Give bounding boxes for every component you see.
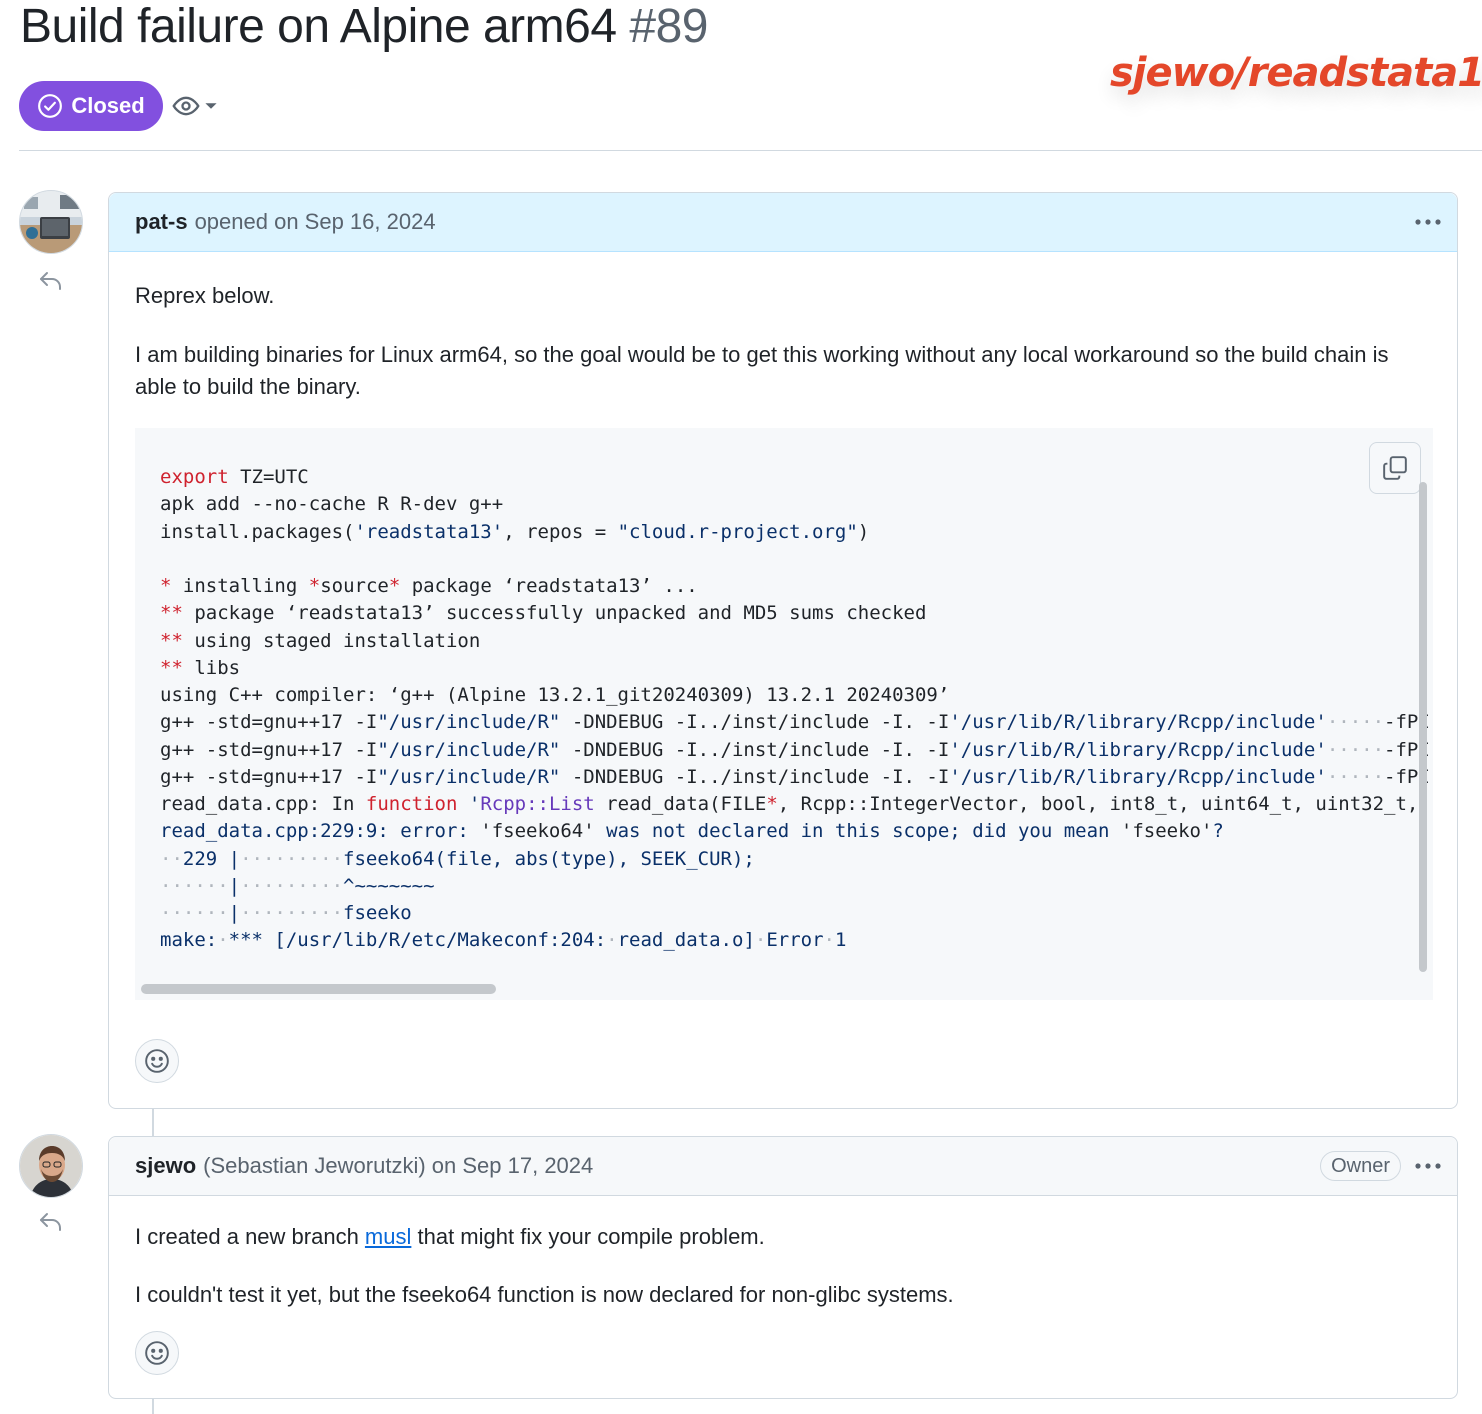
issue-number: #89: [629, 0, 708, 53]
text-segment: I created a new branch: [135, 1224, 365, 1249]
check-circle-icon: [38, 94, 63, 118]
text-segment: that might fix your compile problem.: [411, 1224, 765, 1249]
comment-author[interactable]: pat-s: [135, 209, 188, 235]
copy-code-button[interactable]: [1369, 442, 1421, 494]
code-line: ** libs: [160, 656, 241, 679]
repo-watermark: sjewo/readstata13: [1110, 50, 1482, 96]
kebab-horizontal-icon: [1415, 219, 1441, 225]
comment-author[interactable]: sjewo: [135, 1153, 196, 1179]
code-line: read_data.cpp: In function 'Rcpp::List r…: [160, 793, 1419, 815]
watch-dropdown[interactable]: [172, 92, 218, 120]
code-line: ······|·········fseeko: [160, 902, 412, 924]
add-reaction-button[interactable]: [135, 1331, 179, 1375]
code-line: install.packages('readstata13', repos = …: [160, 520, 870, 543]
add-reaction-button[interactable]: [135, 1039, 179, 1083]
code-line: read_data.cpp:229:9: error: 'fseeko64' w…: [160, 820, 1224, 843]
code-content: export TZ=UTC apk add --no-cache R R-dev…: [160, 464, 1430, 955]
smiley-icon: [145, 1049, 169, 1073]
kebab-horizontal-icon: [1415, 1163, 1441, 1169]
code-horizontal-scrollbar[interactable]: [141, 984, 496, 994]
issue-state-badge: Closed: [19, 81, 163, 131]
comment-header: pat-s opened on Sep 16, 2024: [109, 193, 1457, 252]
code-line: ··229 |·········fseeko64(file, abs(type)…: [160, 847, 755, 870]
issue-body-comment: pat-s opened on Sep 16, 2024 Reprex belo…: [108, 192, 1458, 1109]
code-block-cutoff-line: ... .. ......... . .. .. ..... ..... ..: [160, 428, 684, 432]
comment-meta[interactable]: opened on Sep 16, 2024: [195, 209, 436, 235]
smiley-icon: [145, 1341, 169, 1365]
code-line: ** package ‘readstata13’ successfully un…: [160, 602, 927, 625]
code-line: apk add --no-cache R R-dev g++: [160, 493, 504, 516]
timeline-connector: [152, 1398, 154, 1414]
code-line: using C++ compiler: ‘g++ (Alpine 13.2.1_…: [160, 684, 950, 706]
avatar-sjewo[interactable]: [19, 1134, 83, 1198]
comment-paragraph: I couldn't test it yet, but the fseeko64…: [135, 1282, 954, 1307]
comment-options-button[interactable]: [1413, 207, 1443, 237]
owner-comment: sjewo (Sebastian Jeworutzki) on Sep 17, …: [108, 1136, 1458, 1399]
issue-title: Build failure on Alpine arm64: [20, 0, 617, 53]
code-line: make:·*** [/usr/lib/R/etc/Makeconf:204:·…: [160, 929, 847, 952]
reply-icon[interactable]: [38, 270, 64, 292]
comment-paragraph: I am building binaries for Linux arm64, …: [135, 342, 1389, 399]
comment-paragraph: I created a new branch musl that might f…: [135, 1221, 765, 1253]
header-divider: [19, 150, 1482, 151]
branch-link-musl[interactable]: musl: [365, 1224, 411, 1249]
code-line: g++ -std=gnu++17 -I"/usr/include/R" -DND…: [160, 711, 1430, 734]
copy-icon: [1383, 456, 1407, 480]
comment-meta[interactable]: (Sebastian Jeworutzki) on Sep 17, 2024: [203, 1153, 593, 1179]
issue-title-heading: Build failure on Alpine arm64 #89: [20, 0, 708, 56]
comment-options-button[interactable]: [1413, 1151, 1443, 1181]
code-line: * installing *source* package ‘readstata…: [160, 575, 698, 597]
comment-paragraph: Reprex below.: [135, 283, 275, 308]
issue-state-label: Closed: [71, 93, 145, 118]
caret-down-icon: [205, 103, 217, 109]
timeline-connector: [152, 1108, 154, 1136]
code-line: ······|·········^~~~~~~~: [160, 874, 435, 897]
reply-icon[interactable]: [38, 1211, 64, 1233]
code-line: g++ -std=gnu++17 -I"/usr/include/R" -DND…: [160, 765, 1430, 788]
code-line: ** using staged installation: [160, 629, 481, 652]
code-vertical-scrollbar[interactable]: [1419, 482, 1427, 972]
code-line: g++ -std=gnu++17 -I"/usr/include/R" -DND…: [160, 738, 1430, 761]
avatar-pat-s[interactable]: [19, 190, 83, 254]
owner-role-badge: Owner: [1320, 1151, 1401, 1181]
eye-icon: [172, 96, 200, 116]
code-block[interactable]: ... .. ......... . .. .. ..... ..... .. …: [135, 428, 1433, 1000]
comment-header: sjewo (Sebastian Jeworutzki) on Sep 17, …: [109, 1137, 1457, 1196]
code-line: export TZ=UTC: [160, 466, 309, 488]
